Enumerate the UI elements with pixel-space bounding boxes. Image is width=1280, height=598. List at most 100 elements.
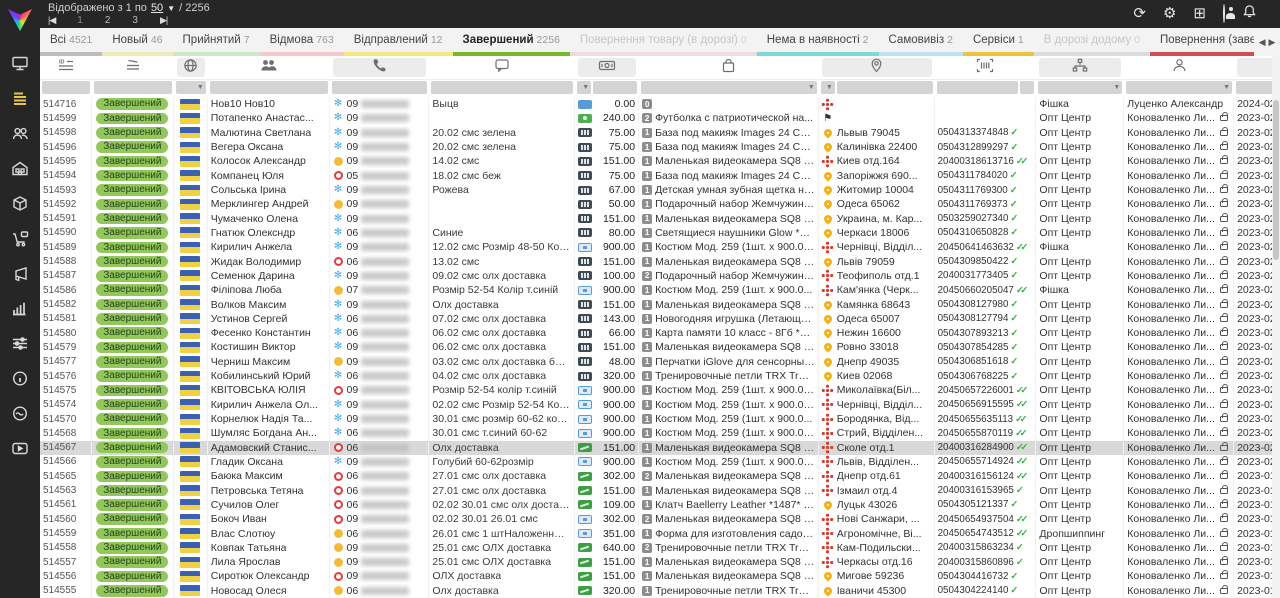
sidebar-item-dashboard[interactable] (6, 54, 34, 78)
filter-input-payment[interactable] (593, 81, 637, 94)
filter-input-contact[interactable] (210, 81, 328, 94)
tabs-scroll-right-icon[interactable]: ▶ (1269, 37, 1276, 48)
order-row[interactable]: 514560ЗавершенийБокоч Иван0902.02 30.01 … (40, 512, 1280, 526)
filter-dropdown-icon[interactable]: ▼ (1223, 84, 1230, 91)
order-row[interactable]: 514716ЗавершенийНов10 Нов10✻09Выцв0.000Ф… (40, 97, 1280, 111)
column-header-products[interactable] (639, 56, 819, 79)
last-page-button[interactable]: ▶| (160, 15, 167, 26)
order-row[interactable]: 514577ЗавершенийЧерниш Максим0903.02 смс… (40, 355, 1280, 369)
order-row[interactable]: 514557ЗавершенийЛила Ярослав0925.01 смс … (40, 555, 1280, 569)
tab-Відмова[interactable]: Відмова763 (260, 28, 344, 56)
tab-Повернення (завершений)[interactable]: Повернення (завершений)125 (1150, 28, 1254, 56)
order-row[interactable]: 514598ЗавершенийМалютина Светлана✻0920.0… (40, 126, 1280, 140)
user-avatar-icon[interactable] (1223, 6, 1225, 21)
column-header-phone[interactable] (330, 56, 430, 79)
sidebar-item-clients[interactable] (6, 124, 34, 148)
order-row[interactable]: 514582ЗавершенийВолков Максим✻09Олх дост… (40, 297, 1280, 311)
order-row[interactable]: 514566ЗавершенийГладик Оксана✻09Голубий … (40, 455, 1280, 469)
order-row[interactable]: 514574ЗавершенийКирилич Анжела Ол...✻090… (40, 398, 1280, 412)
column-header-contact[interactable] (208, 56, 330, 79)
tabs-scroll-left-icon[interactable]: ◀ (1259, 37, 1266, 48)
order-row[interactable]: 514586ЗавершенийФіліпова Люба07Розмір 52… (40, 283, 1280, 297)
sidebar-item-products[interactable] (6, 194, 34, 218)
tab-Прийнятий[interactable]: Прийнятий7 (173, 28, 260, 56)
first-page-button[interactable]: |◀ (48, 15, 55, 26)
column-header-delivery[interactable] (819, 56, 935, 79)
order-row[interactable]: 514588ЗавершенийЖидак Володимир0613.02 с… (40, 254, 1280, 268)
order-row[interactable]: 514570ЗавершенийКорнелюк Надія Та...✻093… (40, 412, 1280, 426)
sidebar-item-purchases[interactable] (6, 229, 34, 253)
tab-Нема в наявності[interactable]: Нема в наявності2 (757, 28, 879, 56)
add-order-icon[interactable]: ⊞ (1193, 6, 1206, 21)
filter-input-products[interactable]: ▼ (641, 81, 817, 94)
order-row[interactable]: 514599ЗавершенийПотапенко Анастас...✻092… (40, 111, 1280, 125)
tab-Самовивіз[interactable]: Самовивіз2 (879, 28, 963, 56)
sidebar-item-warehouse[interactable] (6, 159, 34, 183)
sidebar-item-marketing[interactable] (6, 264, 34, 288)
filter-dropdown-icon[interactable]: ▼ (808, 84, 815, 91)
order-row[interactable]: 514591ЗавершенийЧумаченко Олена✻09151.00… (40, 212, 1280, 226)
filter-dropdown-icon[interactable]: ▼ (1113, 84, 1120, 91)
order-row[interactable]: 514575ЗавершенийКВІТОВСЬКА ЮЛІЯ09Розмір … (40, 383, 1280, 397)
order-row[interactable]: 514556ЗавершенийСиротюк Олександр09ОЛХ д… (40, 569, 1280, 583)
tab-Повернення товару (в дорозі)[interactable]: Повернення товару (в дорозі)0 (570, 28, 757, 56)
page-3-button[interactable]: 3 (132, 15, 138, 26)
filter-input-delivery[interactable]: ▼ (821, 81, 835, 94)
column-header-id[interactable]: ID (40, 56, 92, 79)
page-size-dropdown[interactable]: 50 (151, 2, 163, 14)
tab-Сервіси[interactable]: Сервіси1 (963, 28, 1034, 56)
bell-icon[interactable] (1242, 4, 1257, 22)
filter-input-manager[interactable]: ▼ (1126, 81, 1232, 94)
column-header-site[interactable] (174, 56, 208, 79)
column-header-manager[interactable] (1124, 56, 1234, 79)
sidebar-item-settings[interactable] (6, 334, 34, 358)
column-header-payment[interactable] (575, 56, 639, 79)
sidebar-item-partners[interactable] (6, 404, 34, 428)
order-row[interactable]: 514568ЗавершенийШумляс Богдана Ан...✻063… (40, 426, 1280, 440)
filter-input-ttn[interactable] (1020, 81, 1034, 94)
order-row[interactable]: 514590ЗавершенийГнатюк Олексндр✻06Синие8… (40, 226, 1280, 240)
sidebar-item-info[interactable] (6, 369, 34, 393)
filter-input-comment[interactable] (431, 81, 573, 94)
order-row[interactable]: 514593ЗавершенийСольська Ірина✻09Рожева6… (40, 183, 1280, 197)
filter-input-payment[interactable]: ▼ (577, 81, 591, 94)
order-row[interactable]: 514558ЗавершенийКовпак Татьяна0925.01 см… (40, 541, 1280, 555)
column-header-ttn[interactable] (935, 56, 1037, 79)
order-row[interactable]: 514563ЗавершенийПетровська Тетяна0627.01… (40, 483, 1280, 497)
filter-input-id[interactable] (42, 81, 90, 94)
tab-Всі[interactable]: Всі4521 (40, 28, 102, 56)
filter-input-site[interactable]: ▼ (176, 81, 206, 94)
filter-dropdown-icon[interactable]: ▼ (826, 84, 833, 91)
scrollbar-thumb[interactable] (1273, 100, 1279, 260)
tab-Завершений[interactable]: Завершений2256 (453, 28, 570, 56)
order-row[interactable]: 514596ЗавершенийВегера Оксана✻0920.02 см… (40, 140, 1280, 154)
order-row[interactable]: 514579ЗавершенийКостишин Виктор✻0906.02 … (40, 340, 1280, 354)
order-row[interactable]: 514565ЗавершенийБаюка Максим0627.01 смс … (40, 469, 1280, 483)
filter-input-delivery[interactable] (837, 81, 933, 94)
filter-input-phone[interactable] (332, 81, 428, 94)
sidebar-item-orders[interactable] (6, 89, 34, 113)
order-row[interactable]: 514555ЗавершенийНовосад Олеся06Олх доста… (40, 584, 1280, 598)
refresh-icon[interactable]: ⟳ (1133, 6, 1146, 21)
order-row[interactable]: 514580ЗавершенийФесенко Константин✻0606.… (40, 326, 1280, 340)
filter-input-channel[interactable]: ▼ (1038, 81, 1122, 94)
order-row[interactable]: 514595ЗавершенийКолосок Александр0914.02… (40, 154, 1280, 168)
page-2-button[interactable]: 2 (105, 15, 111, 26)
column-header-status[interactable] (92, 56, 174, 79)
order-row[interactable]: 514589ЗавершенийКирилич Анжела✻0912.02 с… (40, 240, 1280, 254)
vertical-scrollbar[interactable] (1272, 56, 1280, 598)
gear-icon[interactable]: ⚙ (1163, 6, 1176, 21)
page-1-button[interactable]: 1 (77, 15, 83, 26)
column-header-channel[interactable] (1036, 56, 1124, 79)
column-header-comment[interactable] (429, 56, 575, 79)
sidebar-item-tutorials[interactable] (6, 439, 34, 463)
order-row[interactable]: 514567ЗавершенийАдамовский Станис...06Ол… (40, 441, 1280, 455)
tab-Відправлений[interactable]: Відправлений12 (344, 28, 453, 56)
filter-input-status[interactable] (94, 81, 172, 94)
app-logo[interactable] (0, 0, 40, 40)
filter-input-ttn[interactable] (937, 81, 1019, 94)
filter-dropdown-icon[interactable]: ▼ (582, 84, 589, 91)
sidebar-item-statistics[interactable] (6, 299, 34, 323)
filter-dropdown-icon[interactable]: ▼ (197, 84, 204, 91)
order-row[interactable]: 514594ЗавершенийКомпанец Юля0518.02 смс … (40, 169, 1280, 183)
